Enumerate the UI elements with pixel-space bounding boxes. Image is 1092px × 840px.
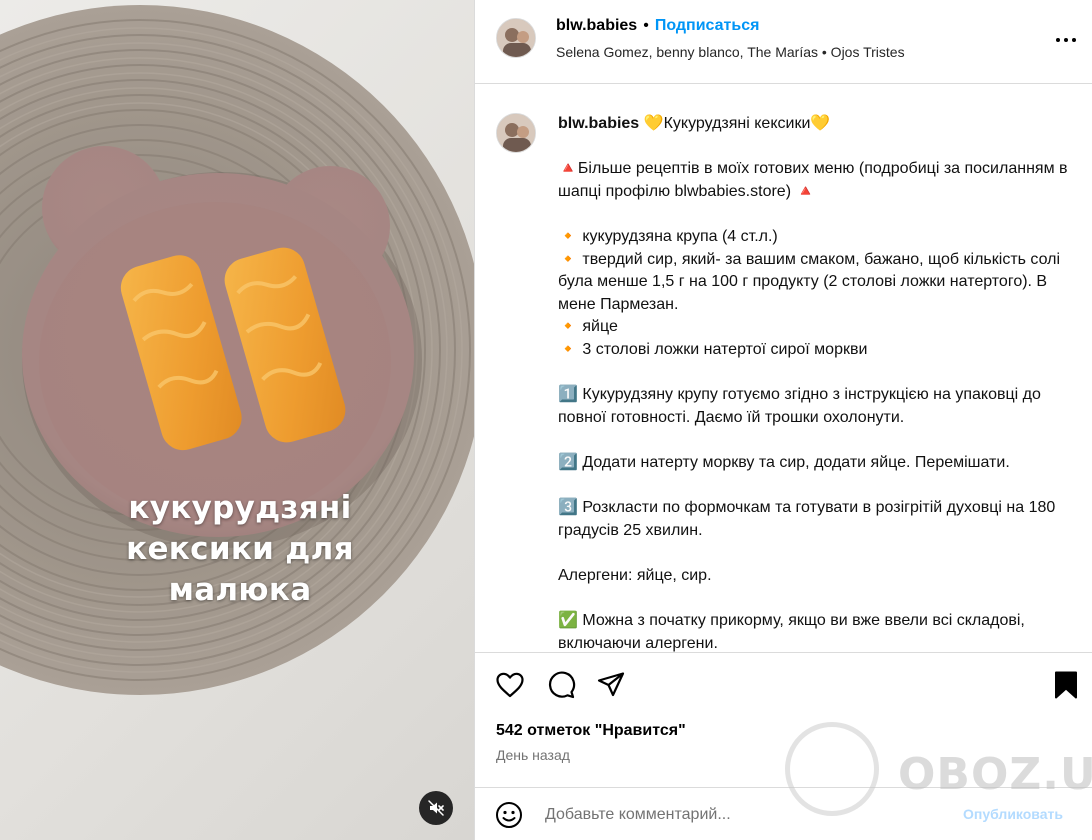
share-icon[interactable] xyxy=(596,670,626,700)
video-overlay-text: кукурудзяні кексики для малюка xyxy=(60,488,420,611)
post-media[interactable]: кукурудзяні кексики для малюка xyxy=(0,0,474,840)
comment-icon[interactable] xyxy=(546,670,576,700)
audio-track[interactable]: Selena Gomez, benny blanco, The Marías •… xyxy=(556,44,905,60)
emoji-icon[interactable] xyxy=(495,801,523,829)
overlay-line: малюка xyxy=(168,572,312,608)
overlay-line: кексики для xyxy=(126,531,354,567)
overlay-line: кукурудзяні xyxy=(128,490,352,526)
step-line: 3️⃣ Розкласти по формочкам та готувати в… xyxy=(558,499,1056,539)
caption-section: blw.babies 💛Кукурудзяні кексики💛 🔺Більше… xyxy=(475,85,1092,652)
step-line: 2️⃣ Додати натерту моркву та сир, додати… xyxy=(558,453,1010,471)
follow-button[interactable]: Подписаться xyxy=(655,17,760,34)
ingredient-line: 🔸 яйце xyxy=(558,318,618,336)
profile-photo xyxy=(497,114,535,152)
caption-paragraph: 🔺Більше рецептів в моїх готових меню (по… xyxy=(558,160,1068,200)
note-line: ✅ Можна з початку прикорму, якщо ви вже … xyxy=(558,612,1025,652)
bookmark-icon[interactable] xyxy=(1051,670,1081,700)
likes-count[interactable]: 542 отметок "Нравится" xyxy=(496,722,686,740)
comment-input[interactable] xyxy=(545,802,945,828)
ingredient-line: 🔸 кукурудзяна крупа (4 ст.л.) xyxy=(558,227,778,245)
step-line: 1️⃣ Кукурудзяну крупу готуємо згідно з і… xyxy=(558,386,1041,426)
mute-toggle-button[interactable] xyxy=(419,791,453,825)
food-photo xyxy=(0,5,474,695)
ingredient-line: 🔸 3 столові ложки натертої сирої моркви xyxy=(558,340,868,358)
avatar[interactable] xyxy=(496,113,536,153)
post-details-panel: blw.babies • Подписаться Selena Gomez, ben… xyxy=(474,0,1092,840)
ingredient-line: 🔸 твердий сир, який- за вашим смаком, ба… xyxy=(558,250,1061,313)
author-username[interactable]: blw.babies xyxy=(556,17,637,34)
more-options-icon[interactable] xyxy=(1053,28,1079,52)
caption-username[interactable]: blw.babies xyxy=(558,115,639,132)
post-header: blw.babies • Подписаться Selena Gomez, ben… xyxy=(475,0,1092,84)
post-timestamp[interactable]: День назад xyxy=(496,747,570,763)
comment-composer: Опубликовать xyxy=(475,787,1092,840)
post-actions: 542 отметок "Нравится" День назад Опубли… xyxy=(475,652,1092,840)
caption-text: blw.babies 💛Кукурудзяні кексики💛 🔺Більше… xyxy=(558,113,1078,652)
caption-title: 💛Кукурудзяні кексики💛 xyxy=(639,115,831,132)
allergens-line: Алергени: яйце, сир. xyxy=(558,566,712,584)
publish-button[interactable]: Опубликовать xyxy=(963,806,1063,822)
profile-photo xyxy=(497,19,535,57)
header-title-row: blw.babies • Подписаться xyxy=(556,17,759,35)
separator-dot: • xyxy=(643,17,649,34)
avatar[interactable] xyxy=(496,18,536,58)
heart-icon[interactable] xyxy=(495,670,525,700)
speaker-muted-icon xyxy=(428,800,444,816)
